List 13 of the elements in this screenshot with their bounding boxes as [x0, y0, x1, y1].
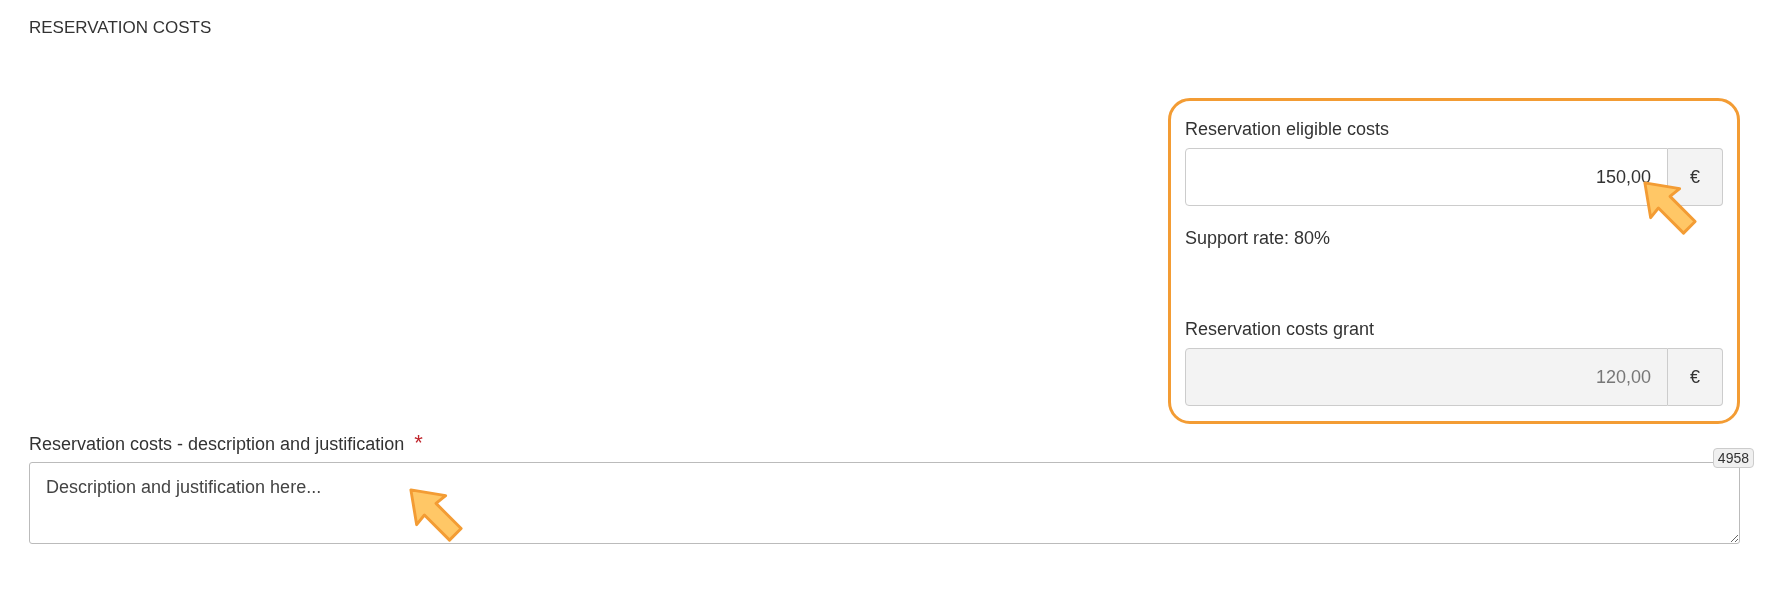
support-rate: Support rate: 80% — [1185, 228, 1332, 249]
currency-unit: € — [1668, 148, 1723, 206]
arrow-icon — [407, 486, 465, 544]
character-counter: 4958 — [1712, 448, 1754, 468]
field-label: Reservation costs - description and justification — [29, 434, 405, 455]
amount-field: 120,00 — [1185, 348, 1668, 406]
field-label: Reservation costs grant — [1185, 319, 1376, 340]
field-label: Reservation eligible costs — [1185, 119, 1391, 140]
section-title: RESERVATION COSTS — [29, 18, 213, 38]
required-mark: * — [414, 430, 423, 456]
description-field[interactable]: Description and justification here... — [29, 462, 1740, 544]
amount-field[interactable]: 150,00 — [1185, 148, 1668, 206]
currency-unit: € — [1668, 348, 1723, 406]
